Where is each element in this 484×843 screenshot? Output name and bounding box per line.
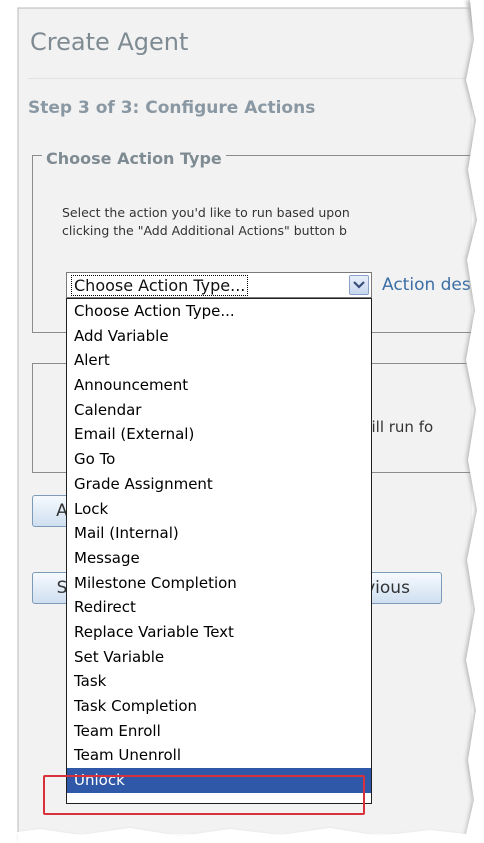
dropdown-option[interactable]: Grade Assignment — [67, 472, 371, 497]
dropdown-option[interactable]: Redirect — [67, 595, 371, 620]
action-description-link[interactable]: Action desc — [382, 275, 472, 295]
dropdown-option[interactable]: Task — [67, 669, 371, 694]
dropdown-option[interactable]: Lock — [67, 497, 371, 522]
dropdown-option[interactable]: Alert — [67, 348, 371, 373]
create-agent-panel: Create Agent Step 3 of 3: Configure Acti… — [18, 8, 472, 834]
instructions-text: Select the action you'd like to run base… — [62, 204, 472, 240]
annotation-highlight-box — [43, 775, 365, 815]
page-title: Create Agent — [30, 28, 189, 56]
dropdown-option[interactable]: Email (External) — [67, 422, 371, 447]
step-heading: Step 3 of 3: Configure Actions — [28, 98, 316, 118]
instructions-line-2: clicking the "Add Additional Actions" bu… — [62, 223, 347, 238]
action-type-select[interactable]: Choose Action Type... — [66, 272, 372, 298]
choose-action-type-legend: Choose Action Type — [42, 149, 226, 168]
chevron-down-glyph — [353, 281, 365, 289]
instructions-line-1: Select the action you'd like to run base… — [62, 205, 350, 220]
dropdown-option[interactable]: Task Completion — [67, 694, 371, 719]
dropdown-option[interactable]: Calendar — [67, 398, 371, 423]
dropdown-option[interactable]: Milestone Completion — [67, 571, 371, 596]
dropdown-option[interactable]: Announcement — [67, 373, 371, 398]
action-type-dropdown-list[interactable]: Choose Action Type... Add Variable Alert… — [66, 298, 372, 804]
dropdown-option[interactable]: Set Variable — [67, 645, 371, 670]
dropdown-option[interactable]: Message — [67, 546, 371, 571]
dropdown-option[interactable]: Mail (Internal) — [67, 521, 371, 546]
dropdown-option[interactable]: Replace Variable Text — [67, 620, 371, 645]
select-current-value: Choose Action Type... — [71, 275, 249, 296]
dropdown-option[interactable]: Go To — [67, 447, 371, 472]
dropdown-option[interactable]: Team Enroll — [67, 719, 371, 744]
chevron-down-icon[interactable] — [349, 275, 369, 295]
dropdown-option[interactable]: Add Variable — [67, 324, 371, 349]
dropdown-option[interactable]: Choose Action Type... — [67, 299, 371, 324]
title-divider — [28, 78, 472, 79]
dropdown-option[interactable]: Team Unenroll — [67, 743, 371, 768]
